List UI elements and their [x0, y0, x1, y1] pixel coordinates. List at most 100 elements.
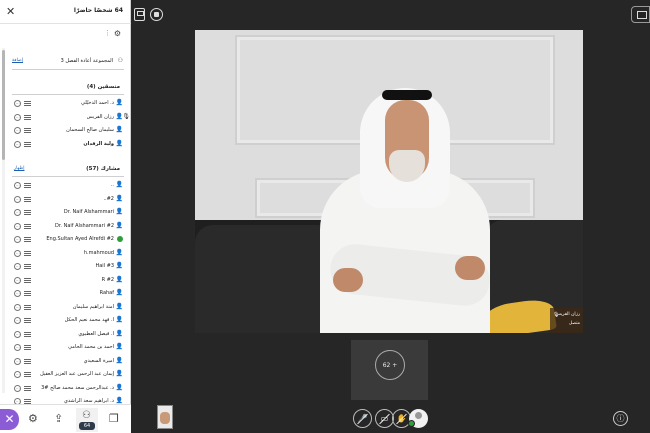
attendee-row[interactable]: ⋯ أ. فيصل العطيوي 👤: [12, 328, 124, 341]
menu-icon[interactable]: [24, 250, 31, 256]
options-icon[interactable]: ⋯: [14, 263, 21, 270]
more-icon[interactable]: ⋮: [104, 29, 111, 37]
options-icon[interactable]: ⋯: [14, 384, 21, 392]
attendee-row[interactable]: ⋯ Dr. Naif Alshammari 👤: [12, 206, 124, 219]
menu-icon[interactable]: [24, 223, 31, 229]
show-link[interactable]: إظهار: [14, 166, 24, 171]
options-icon[interactable]: ⋯: [14, 113, 21, 121]
options-icon[interactable]: ⋯: [14, 100, 21, 107]
record-button[interactable]: [150, 8, 163, 21]
attendee-row[interactable]: ⋯ Eng.Sultan Ayed Alrefdi #2: [12, 233, 124, 246]
options-icon[interactable]: ⋯: [14, 222, 21, 230]
toggle-panel-button[interactable]: [134, 8, 145, 21]
menu-icon[interactable]: [24, 210, 31, 215]
attendee-row[interactable]: ⋯ Hail #3 👤: [12, 260, 124, 273]
self-view-thumbnail[interactable]: [157, 405, 173, 429]
attendee-row[interactable]: ⋯.. 👤: [12, 179, 124, 192]
menu-icon[interactable]: [24, 237, 31, 242]
menu-icon[interactable]: [24, 291, 31, 296]
attendee-row[interactable]: ⋯ Rahaf 👤: [12, 287, 124, 300]
options-icon[interactable]: ⋯: [14, 344, 21, 351]
options-icon[interactable]: ⋯: [14, 249, 21, 257]
menu-icon[interactable]: [24, 141, 31, 147]
attendees-panel: ✕ 64 شخصًا حاضرًا ⋮ ⚙ إضافة المجموعة أعا…: [0, 0, 131, 433]
attendee-row[interactable]: ⋯ آمنة ابراهيم سليمان 👤: [12, 301, 124, 314]
attendee-row[interactable]: ⋯ إيمان عبد الرحمن عبد العزيز العقيل 👤: [12, 368, 124, 381]
options-icon[interactable]: ⋯: [14, 127, 21, 134]
options-icon[interactable]: ⋯: [14, 182, 21, 189]
menu-icon[interactable]: [24, 331, 31, 337]
gear-icon[interactable]: ⚙: [114, 30, 121, 38]
people-count-badge: 64: [79, 422, 95, 430]
menu-icon[interactable]: [24, 277, 31, 283]
user-icon: 👤: [115, 221, 123, 229]
menu-icon[interactable]: [24, 114, 31, 120]
chat-icon[interactable]: ❐: [109, 413, 119, 424]
options-icon[interactable]: ⋯: [14, 140, 21, 148]
microphone-icon[interactable]: 🎤: [353, 409, 372, 428]
menu-icon[interactable]: [24, 264, 31, 269]
group-row[interactable]: إضافة المجموعة أعادة الفصل 3 ⚇: [8, 55, 123, 67]
user-icon: 👤: [115, 343, 123, 350]
overflow-attendees-tile[interactable]: 62 +: [351, 340, 428, 400]
attendee-name: Eng.Sultan Ayed Alrefdi #2: [46, 236, 114, 242]
user-icon: 👤: [115, 262, 123, 269]
options-icon[interactable]: ⋯: [14, 236, 21, 243]
menu-icon[interactable]: [24, 372, 31, 377]
attendee-row[interactable]: ⋯ أ. فهد محمد نعيم الحكل 👤: [12, 314, 124, 327]
close-icon[interactable]: ✕: [0, 409, 19, 430]
attendee-row[interactable]: ⋯ R #2 👤: [12, 274, 124, 287]
options-icon[interactable]: ⋯: [14, 330, 21, 338]
attendee-row[interactable]: ⋯ د. عبدالرحمن سعد محمد صالح #3 👤: [12, 382, 124, 395]
person-hand: [333, 268, 363, 292]
scrollbar-thumb[interactable]: [2, 50, 5, 160]
options-icon[interactable]: ⋯: [14, 357, 21, 365]
attendee-row[interactable]: ⋯ ولية الرفدان 👤: [12, 138, 124, 151]
menu-icon[interactable]: [24, 345, 31, 350]
attendee-row[interactable]: ⋯ رزان الفريس 👤 🎙: [12, 111, 130, 124]
share-content-button[interactable]: [631, 6, 650, 23]
user-icon: 👤: [115, 329, 123, 337]
gear-icon[interactable]: ⚙: [28, 413, 38, 424]
facilitators-heading: منسقين (4): [86, 84, 120, 90]
menu-icon[interactable]: [24, 128, 31, 133]
options-icon[interactable]: ⋯: [14, 371, 21, 378]
attendee-row[interactable]: ⋯ د. أحمد الدخيّلي 👤: [12, 97, 124, 110]
attendee-row[interactable]: ⋯ Dr. Naif Alshammari #2 👤: [12, 220, 124, 233]
options-icon[interactable]: ⋯: [14, 303, 21, 311]
group-action-link[interactable]: إضافة: [12, 58, 23, 63]
user-icon: 👤: [115, 302, 123, 310]
attendee-row[interactable]: ⋯ سليمان صالح السحمان 👤: [12, 124, 124, 137]
menu-icon[interactable]: [24, 196, 31, 202]
person-agal: [382, 90, 432, 100]
close-icon[interactable]: ✕: [6, 6, 15, 17]
attendees-tab[interactable]: ⚇ 64: [76, 408, 98, 432]
attendee-row[interactable]: ⋯ أحمد بن محمد الحامي 👤: [12, 341, 124, 354]
options-icon[interactable]: ⋯: [14, 209, 21, 216]
menu-icon[interactable]: [24, 101, 31, 106]
menu-icon[interactable]: [24, 318, 31, 323]
user-icon: 👤: [115, 194, 123, 202]
options-icon[interactable]: ⋯: [14, 195, 21, 203]
group-name: المجموعة أعادة الفصل 3: [60, 58, 113, 64]
options-icon[interactable]: ⋯: [14, 290, 21, 297]
menu-icon[interactable]: [24, 358, 31, 364]
help-icon[interactable]: ⓘ: [613, 411, 628, 426]
user-icon: 👤: [115, 316, 123, 323]
attendee-row[interactable]: ⋯ أميرة السعيدي 👤: [12, 355, 124, 368]
attendee-name: ..: [110, 182, 114, 188]
attendee-row[interactable]: ⋯ h.mahmoud 👤: [12, 247, 124, 260]
attendee-row[interactable]: ⋯ ..#2 👤: [12, 193, 124, 206]
attendee-name: رزان الفريس: [86, 113, 114, 120]
people-icon: ⚇: [82, 410, 91, 421]
share-icon[interactable]: ⇪: [54, 413, 63, 424]
menu-icon[interactable]: [24, 183, 31, 188]
options-icon[interactable]: ⋯: [14, 317, 21, 324]
menu-icon[interactable]: [24, 385, 31, 391]
sofa-cushion: [195, 225, 335, 333]
attendee-name: أميرة السعيدي: [83, 357, 114, 364]
speaker-name: رزان الفريس: [555, 312, 580, 317]
menu-icon[interactable]: [24, 304, 31, 310]
panel-toolbar: ⋮ ⚙: [0, 28, 131, 40]
options-icon[interactable]: ⋯: [14, 276, 21, 284]
